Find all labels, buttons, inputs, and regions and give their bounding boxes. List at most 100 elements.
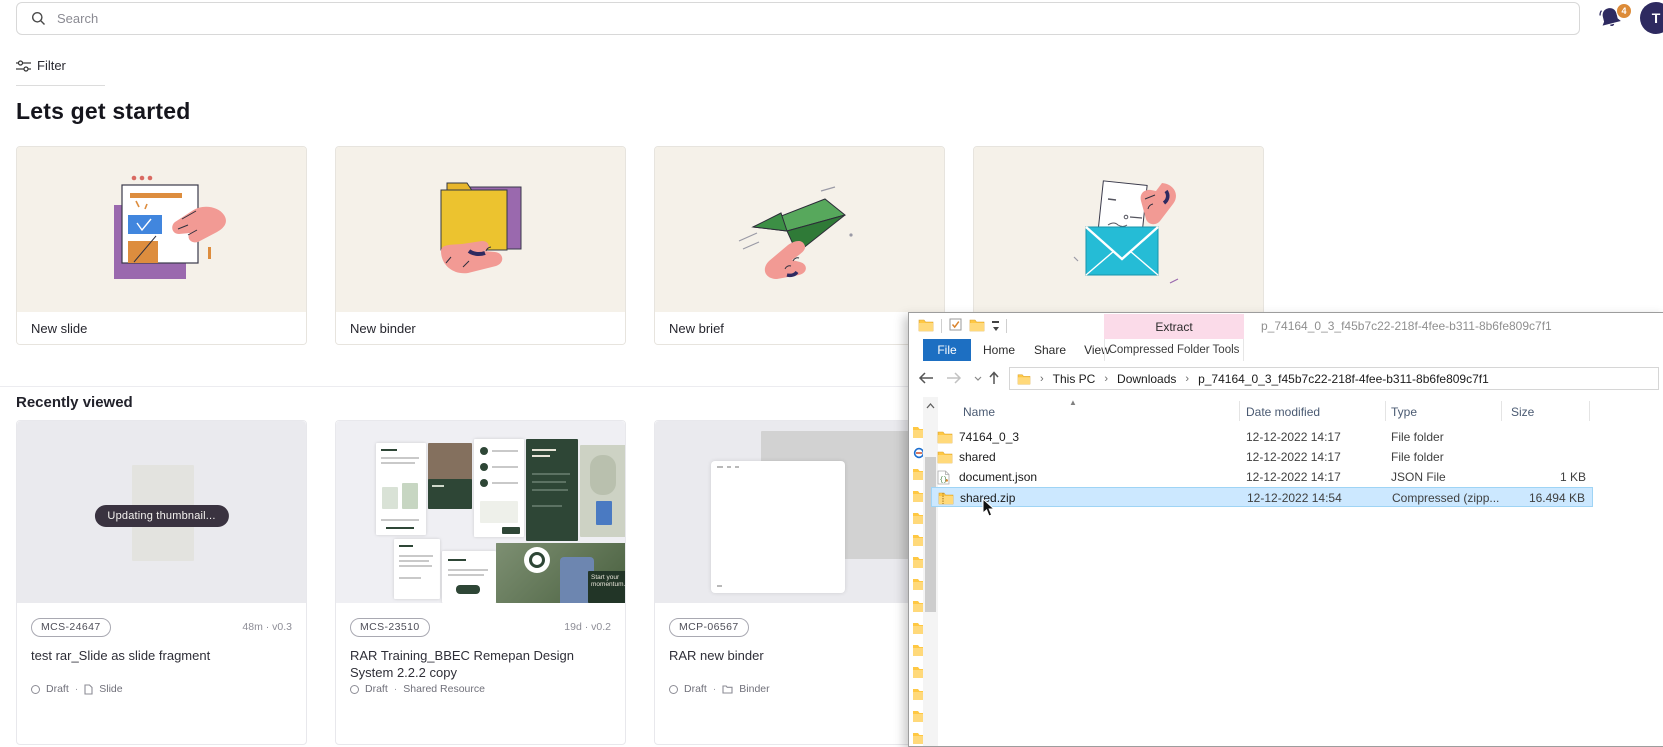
explorer-app-icon: [918, 318, 934, 335]
recent-card-1-status: Draft · Slide: [31, 683, 123, 695]
file-size: 1 KB: [1560, 470, 1586, 484]
file-row-74164-0-3[interactable]: 74164_0_3 12-12-2022 14:17 File folder: [931, 427, 1593, 447]
file-list-area: ▲ Name Date modified Type Size 74164_0_3…: [909, 397, 1663, 746]
qat-customize-icon[interactable]: [992, 321, 999, 331]
recent-card-3[interactable]: MCP-06567 RAR new binder Draft · Binder: [654, 420, 945, 745]
tab-compressed-folder-tools[interactable]: Compressed Folder Tools: [1104, 339, 1244, 361]
recent-card-3-title[interactable]: RAR new binder: [669, 647, 919, 664]
status-label: Draft: [46, 683, 69, 695]
file-name[interactable]: shared: [959, 450, 996, 464]
sort-ascending-icon: ▲: [1069, 398, 1077, 407]
new-slide-illustration: [17, 147, 306, 314]
folder-icon: [937, 450, 953, 467]
new-binder-card[interactable]: New binder: [335, 146, 626, 345]
updating-thumbnail-pill: Updating thumbnail...: [94, 505, 228, 527]
status-label: Draft: [365, 683, 388, 695]
new-brief-card[interactable]: New brief: [654, 146, 945, 345]
thumb-caption: Start your momentum...: [591, 574, 623, 588]
status-dot-icon: [31, 685, 40, 694]
quick-access-toolbar: [918, 313, 1007, 339]
recent-card-3-thumbnail: [655, 421, 944, 603]
get-started-heading: Lets get started: [16, 98, 190, 125]
file-row-document-json[interactable]: {} document.json 12-12-2022 14:17 JSON F…: [931, 467, 1593, 487]
status-dot-icon: [669, 685, 678, 694]
file-name[interactable]: 74164_0_3: [959, 430, 1019, 444]
up-button[interactable]: [985, 369, 1003, 387]
recent-card-1-title[interactable]: test rar_Slide as slide fragment: [31, 647, 281, 664]
new-binder-illustration: [336, 147, 625, 314]
explorer-titlebar[interactable]: Extract p_74164_0_3_f45b7c22-218f-4fee-b…: [909, 313, 1663, 339]
properties-icon[interactable]: [949, 318, 962, 334]
kind-label: Shared Resource: [403, 683, 485, 695]
column-type[interactable]: Type: [1391, 405, 1417, 419]
navigation-pane-clipped[interactable]: [909, 397, 923, 746]
zip-file-icon: [938, 491, 954, 508]
new-brief-label: New brief: [655, 312, 944, 344]
search-icon: [31, 11, 46, 26]
recent-card-3-badge: MCP-06567: [669, 618, 749, 637]
onedrive-icon: [913, 447, 923, 459]
breadcrumb-downloads[interactable]: Downloads: [1117, 372, 1176, 386]
recent-card-2[interactable]: Start your momentum... MCS-23510 19d · v…: [335, 420, 626, 745]
folder-icon: [937, 430, 953, 447]
column-date-modified[interactable]: Date modified: [1246, 405, 1320, 419]
recent-card-1-meta: 48m · v0.3: [242, 621, 292, 633]
address-bar-row: › This PC › Downloads › p_74164_0_3_f45b…: [909, 361, 1663, 397]
notifications-button[interactable]: 4: [1598, 5, 1634, 37]
file-type: JSON File: [1391, 470, 1446, 484]
filter-icon: [16, 60, 31, 72]
mouse-cursor: [982, 498, 996, 523]
column-name[interactable]: Name: [963, 405, 995, 419]
file-size: 16.494 KB: [1529, 491, 1585, 505]
recent-card-2-title[interactable]: RAR Training_BBEC Remepan Design System …: [350, 647, 600, 681]
file-name[interactable]: document.json: [959, 470, 1037, 484]
forward-button[interactable]: [945, 369, 963, 387]
kind-label: Slide: [99, 683, 122, 695]
tab-share[interactable]: Share: [1027, 339, 1073, 361]
file-explorer-window: Extract p_74164_0_3_f45b7c22-218f-4fee-b…: [908, 312, 1663, 747]
notification-count-badge: 4: [1616, 3, 1632, 19]
recent-card-2-status: Draft · Shared Resource: [350, 683, 485, 695]
recent-card-2-thumbnail: Start your momentum...: [336, 421, 625, 603]
new-slide-card[interactable]: New slide: [16, 146, 307, 345]
binder-kind-icon: [722, 684, 733, 694]
breadcrumb-current-folder[interactable]: p_74164_0_3_f45b7c22-218f-4fee-b311-8b6f…: [1198, 372, 1489, 386]
filter-underline: [16, 85, 105, 86]
file-row-shared-zip-selected[interactable]: shared.zip 12-12-2022 14:54 Compressed (…: [931, 487, 1593, 507]
column-size[interactable]: Size: [1511, 405, 1534, 419]
recent-card-2-badge: MCS-23510: [350, 618, 430, 637]
scroll-up-icon[interactable]: [926, 403, 935, 409]
search-bar[interactable]: [16, 2, 1580, 35]
status-dot-icon: [350, 685, 359, 694]
search-input[interactable]: [55, 10, 1452, 27]
recent-card-3-status: Draft · Binder: [669, 683, 770, 695]
ribbon-tabs: File Home Share View Compressed Folder T…: [909, 339, 1663, 362]
recently-viewed-heading: Recently viewed: [16, 394, 133, 411]
window-title: p_74164_0_3_f45b7c22-218f-4fee-b311-8b6f…: [1261, 313, 1552, 339]
address-folder-icon: [1017, 373, 1031, 385]
new-folder-icon[interactable]: [969, 318, 985, 335]
address-box[interactable]: › This PC › Downloads › p_74164_0_3_f45b…: [1009, 367, 1659, 390]
column-headers: ▲ Name Date modified Type Size: [938, 397, 1663, 425]
status-label: Draft: [684, 683, 707, 695]
breadcrumb-this-pc[interactable]: This PC: [1053, 372, 1096, 386]
qat-separator: [1006, 319, 1007, 333]
slide-kind-icon: [84, 684, 93, 695]
back-button[interactable]: [917, 369, 935, 387]
filter-label: Filter: [37, 58, 66, 73]
new-binder-label: New binder: [336, 312, 625, 344]
recent-card-1-thumbnail: Updating thumbnail...: [17, 421, 306, 603]
json-file-icon: {}: [937, 470, 950, 488]
new-brief-illustration: [655, 147, 944, 314]
recent-card-1[interactable]: Updating thumbnail... MCS-24647 48m · v0…: [16, 420, 307, 745]
avatar[interactable]: T: [1640, 2, 1663, 34]
filter-button[interactable]: Filter: [16, 58, 66, 73]
tab-home[interactable]: Home: [975, 339, 1023, 361]
recent-card-1-badge: MCS-24647: [31, 618, 111, 637]
tab-file[interactable]: File: [923, 339, 971, 361]
file-row-shared[interactable]: shared 12-12-2022 14:17 File folder: [931, 447, 1593, 467]
qat-separator: [941, 319, 942, 333]
recent-card-2-meta: 19d · v0.2: [564, 621, 611, 633]
extract-contextual-group[interactable]: Extract: [1104, 314, 1244, 339]
new-mail-illustration: [974, 147, 1263, 314]
